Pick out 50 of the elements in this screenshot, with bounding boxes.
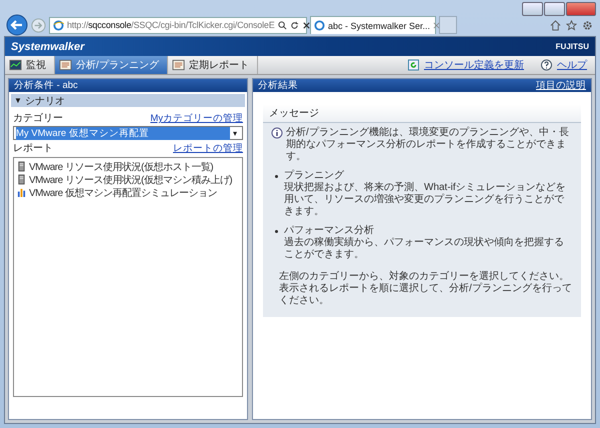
help-icon	[540, 59, 553, 71]
browser-tab[interactable]: abc - Systemwalker Ser...	[310, 16, 436, 34]
info-icon	[271, 127, 283, 139]
document-icon	[172, 59, 185, 71]
bullet-title: プランニング	[284, 170, 345, 182]
tab[interactable]: 定期レポート	[168, 56, 258, 74]
category-dropdown[interactable]: My VMware 仮想マシン再配置 ▾	[13, 126, 243, 140]
tab[interactable]: 分析/プランニング	[55, 56, 168, 74]
address-bar[interactable]: http://sqcconsole/SSQC/cgi-bin/TclKicker.cgi/ConsoleE	[49, 16, 307, 34]
star-icon[interactable]	[566, 20, 577, 30]
message-text: 左側のカテゴリーから、対象のカテゴリーを選択してください。表示されるレポートを順に選択して、分析/プランニングを行ってください。	[278, 271, 573, 307]
message-text: 分析/プランニング機能は、環境変更のプランニングや、中・長期的なパフォーマンス分析のレポートを作成することができます。	[286, 127, 570, 163]
panel-title: 分析結果	[258, 79, 298, 92]
bullet-text: 過去の稼働実績から、パフォーマンスの現状や傾向を把握することができます。	[284, 237, 565, 261]
browser-icon	[53, 20, 64, 30]
caret-icon[interactable]: ▾	[230, 128, 240, 138]
stop-icon[interactable]	[302, 20, 311, 30]
monitor-icon	[9, 59, 22, 71]
report-item[interactable]: VMware 仮想マシン再配置シミュレーション	[17, 186, 217, 199]
section-header[interactable]: ▼ シナリオ	[11, 94, 245, 107]
bar-chart-icon	[17, 187, 26, 198]
bullet-icon	[275, 175, 278, 178]
refresh-icon	[407, 59, 420, 71]
home-icon[interactable]	[550, 20, 561, 30]
category-label: カテゴリー	[13, 112, 63, 125]
bullet-text: 現状把握および、将来の予測、What-ifシミュレーションなどを用いて、リソースの増強や変更のプランニングを行うことができます。	[284, 182, 567, 218]
report-item[interactable]: VMware リソース使用状況(仮想ホスト一覧)	[17, 160, 214, 173]
minimize-button[interactable]	[522, 2, 543, 16]
server-icon	[17, 174, 26, 185]
panel-title: 分析条件 - abc	[14, 79, 78, 92]
refresh-link[interactable]: コンソール定義を更新	[399, 56, 532, 74]
browser-icon	[314, 20, 325, 31]
bullet-title: パフォーマンス分析	[284, 225, 375, 236]
search-icon[interactable]	[278, 20, 287, 30]
settings-icon[interactable]	[582, 20, 593, 30]
brand-logo: FUJITSU	[556, 42, 589, 51]
help-link[interactable]: ヘルプ	[532, 56, 595, 74]
manage-link[interactable]: レポートの管理	[173, 142, 243, 155]
manage-link[interactable]: Myカテゴリーの管理	[150, 112, 243, 125]
report-label: レポート	[13, 142, 53, 155]
back-button[interactable]	[6, 14, 28, 36]
report-item[interactable]: VMware リソース使用状況(仮想マシン積み上げ)	[17, 173, 232, 186]
document-icon	[59, 59, 72, 71]
server-icon	[17, 161, 26, 172]
bullet-icon	[275, 230, 278, 233]
help-link[interactable]: 項目の説明	[536, 79, 586, 92]
refresh-icon[interactable]	[290, 20, 299, 30]
logo: Systemwalker	[11, 40, 84, 52]
close-icon[interactable]	[433, 22, 440, 29]
maximize-button[interactable]	[544, 2, 565, 16]
